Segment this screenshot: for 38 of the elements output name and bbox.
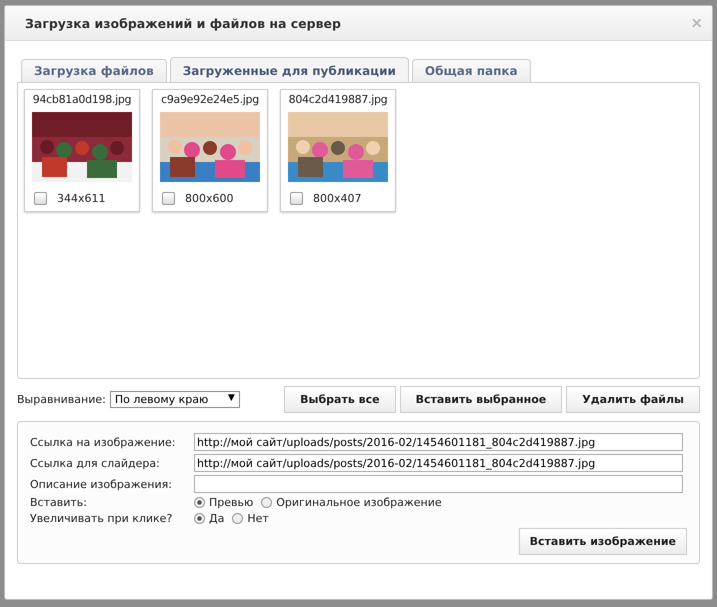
image-size: 800x407 xyxy=(313,192,362,205)
checkbox[interactable] xyxy=(290,192,303,205)
tab[interactable]: Загрузка файлов xyxy=(21,59,167,82)
radio-label: Нет xyxy=(247,512,269,525)
image-size: 800x600 xyxy=(185,192,234,205)
file-card[interactable]: 94cb81a0d198.jpg 344x611 xyxy=(24,89,140,212)
file-name: 804c2d419887.jpg xyxy=(288,93,388,106)
action-button[interactable]: Удалить файлы xyxy=(566,386,700,413)
checkbox[interactable] xyxy=(162,192,175,205)
radio-label: Превью xyxy=(209,496,254,509)
radio-label: Оригинальное изображение xyxy=(276,496,442,509)
insert-image-button[interactable]: Вставить изображение xyxy=(518,528,687,555)
radio-label: Да xyxy=(209,512,224,525)
radio-button[interactable] xyxy=(232,513,244,524)
radio-button[interactable] xyxy=(261,497,272,508)
file-name: c9a9e92e24e5.jpg xyxy=(161,93,259,106)
field-label: Ссылка для слайдера: xyxy=(30,456,161,470)
tab[interactable]: Общая папка xyxy=(412,59,531,82)
radio-button[interactable] xyxy=(194,513,205,524)
dialog-title: Загрузка изображений и файлов на сервер xyxy=(25,16,342,30)
file-card[interactable]: 804c2d419887.jpg 800x407 xyxy=(280,89,396,212)
field-label: Ссылка на изображение: xyxy=(30,436,176,448)
action-button[interactable]: Вставить выбранное xyxy=(400,386,562,413)
tab[interactable]: Загруженные для публикации xyxy=(170,57,409,82)
radio-button[interactable] xyxy=(194,497,205,508)
input-field[interactable]: http://мой сайт/uploads/posts/2016-02/1454601181_804c2d419887.jpg xyxy=(194,433,683,451)
input-field[interactable]: http://мой сайт/uploads/posts/2016-02/1454601181_804c2d419887.jpg xyxy=(194,454,683,472)
action-button[interactable]: Выбрать все xyxy=(284,386,396,413)
input-field[interactable] xyxy=(194,475,683,493)
alignment-dropdown[interactable]: По левому краю ▼ xyxy=(110,391,240,408)
field-label: Описание изображения: xyxy=(30,478,173,490)
field-label: Вставить: xyxy=(30,496,88,509)
alignment-label: Выравнивание: xyxy=(17,393,106,406)
file-card[interactable]: c9a9e92e24e5.jpg 800x600 xyxy=(152,89,268,212)
checkbox[interactable] xyxy=(34,192,47,205)
image-size: 344x611 xyxy=(57,192,106,205)
file-name: 94cb81a0d198.jpg xyxy=(32,93,132,106)
field-label: Увеличивать при клике? xyxy=(30,512,174,525)
